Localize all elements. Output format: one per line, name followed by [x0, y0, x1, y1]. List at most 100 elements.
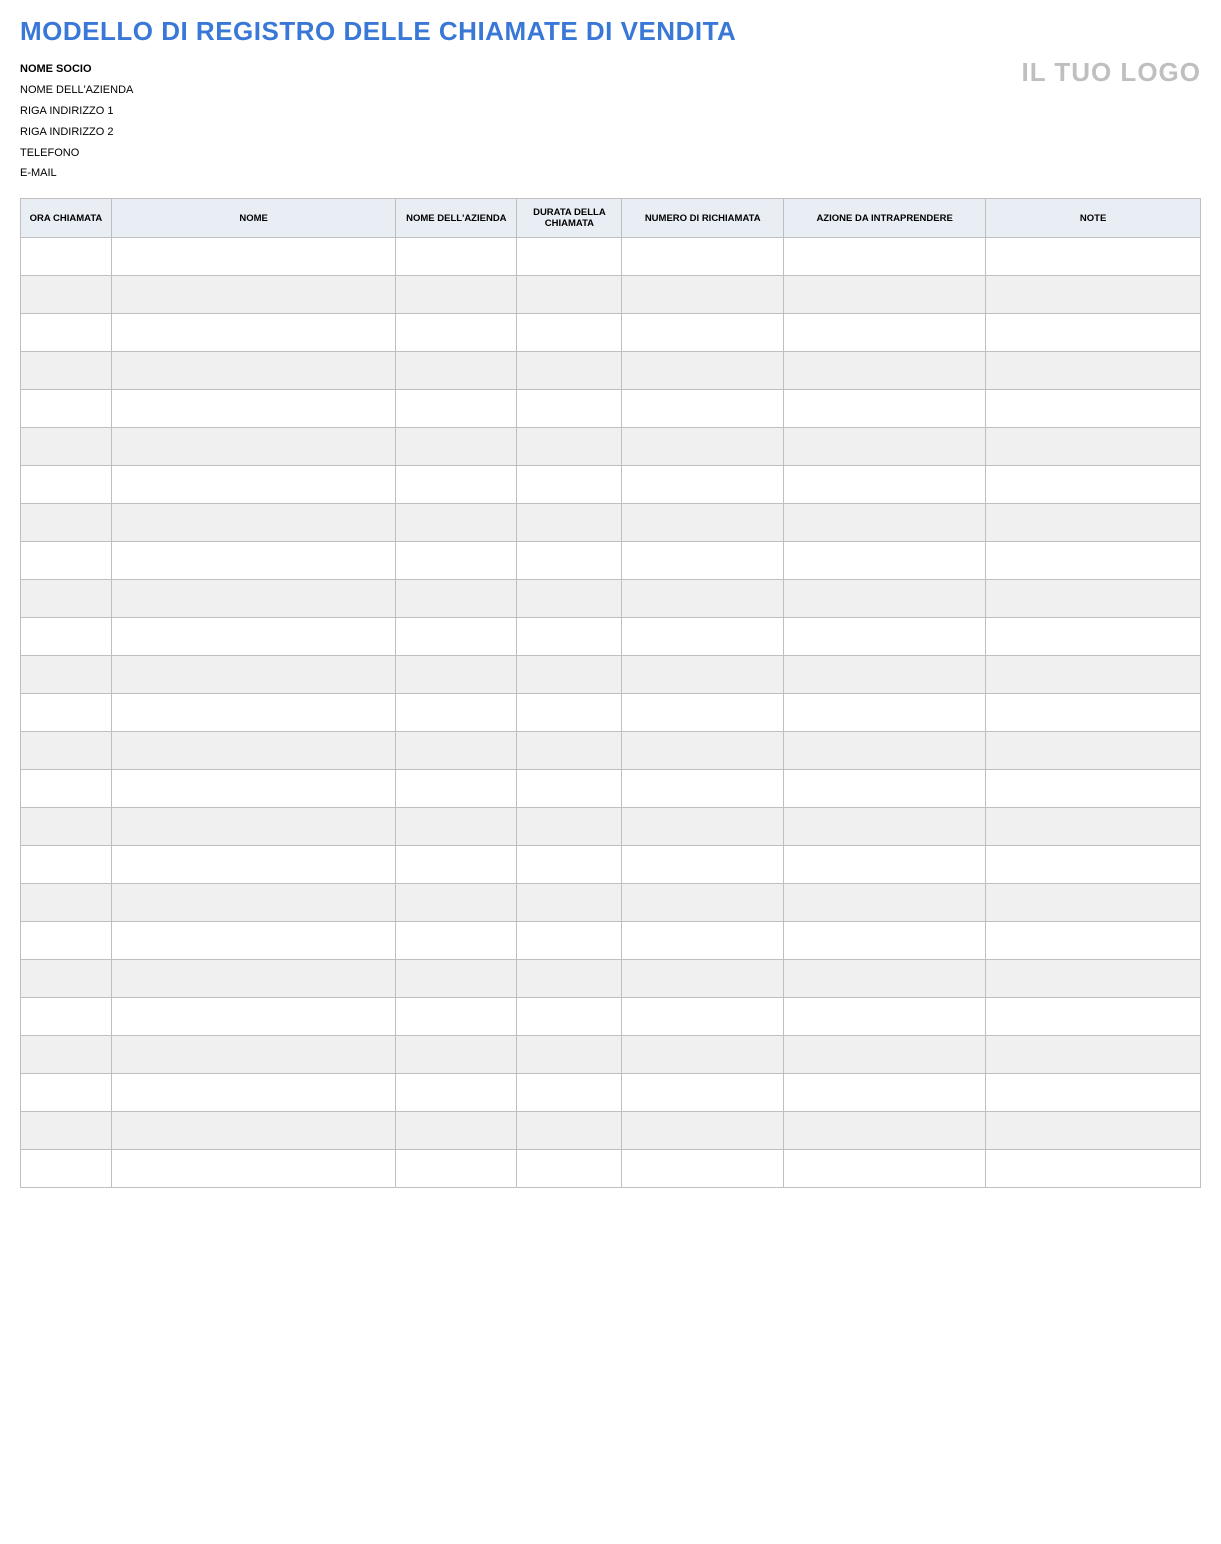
table-cell[interactable] [517, 352, 622, 390]
table-cell[interactable] [622, 276, 784, 314]
table-cell[interactable] [622, 884, 784, 922]
table-cell[interactable] [986, 884, 1201, 922]
table-cell[interactable] [111, 428, 395, 466]
table-cell[interactable] [784, 314, 986, 352]
table-cell[interactable] [784, 960, 986, 998]
table-cell[interactable] [517, 276, 622, 314]
table-cell[interactable] [396, 884, 517, 922]
table-cell[interactable] [396, 694, 517, 732]
table-cell[interactable] [784, 390, 986, 428]
table-cell[interactable] [784, 428, 986, 466]
table-cell[interactable] [986, 580, 1201, 618]
table-cell[interactable] [517, 428, 622, 466]
table-cell[interactable] [986, 846, 1201, 884]
table-cell[interactable] [21, 998, 112, 1036]
table-cell[interactable] [784, 656, 986, 694]
table-cell[interactable] [396, 960, 517, 998]
table-cell[interactable] [111, 770, 395, 808]
table-cell[interactable] [986, 694, 1201, 732]
table-cell[interactable] [21, 656, 112, 694]
table-cell[interactable] [517, 694, 622, 732]
table-cell[interactable] [396, 1074, 517, 1112]
table-cell[interactable] [396, 352, 517, 390]
table-cell[interactable] [396, 922, 517, 960]
table-cell[interactable] [517, 390, 622, 428]
table-cell[interactable] [21, 732, 112, 770]
table-cell[interactable] [517, 732, 622, 770]
table-cell[interactable] [21, 884, 112, 922]
table-cell[interactable] [986, 542, 1201, 580]
table-cell[interactable] [986, 352, 1201, 390]
table-cell[interactable] [622, 1036, 784, 1074]
table-cell[interactable] [622, 238, 784, 276]
table-cell[interactable] [21, 1074, 112, 1112]
table-cell[interactable] [396, 238, 517, 276]
table-cell[interactable] [622, 352, 784, 390]
table-cell[interactable] [986, 314, 1201, 352]
table-cell[interactable] [111, 276, 395, 314]
table-cell[interactable] [517, 542, 622, 580]
table-cell[interactable] [784, 770, 986, 808]
table-cell[interactable] [517, 314, 622, 352]
table-cell[interactable] [396, 542, 517, 580]
table-cell[interactable] [396, 1112, 517, 1150]
table-cell[interactable] [986, 656, 1201, 694]
table-cell[interactable] [396, 808, 517, 846]
table-cell[interactable] [622, 846, 784, 884]
table-cell[interactable] [111, 732, 395, 770]
table-cell[interactable] [21, 1150, 112, 1188]
table-cell[interactable] [784, 694, 986, 732]
table-cell[interactable] [396, 732, 517, 770]
table-cell[interactable] [111, 466, 395, 504]
table-cell[interactable] [111, 504, 395, 542]
table-cell[interactable] [784, 276, 986, 314]
table-cell[interactable] [517, 998, 622, 1036]
table-cell[interactable] [622, 390, 784, 428]
table-cell[interactable] [784, 580, 986, 618]
table-cell[interactable] [784, 1036, 986, 1074]
table-cell[interactable] [986, 504, 1201, 542]
table-cell[interactable] [622, 428, 784, 466]
table-cell[interactable] [784, 504, 986, 542]
table-cell[interactable] [111, 960, 395, 998]
table-cell[interactable] [986, 618, 1201, 656]
table-cell[interactable] [396, 466, 517, 504]
table-cell[interactable] [622, 1112, 784, 1150]
table-cell[interactable] [111, 656, 395, 694]
table-cell[interactable] [517, 1150, 622, 1188]
table-cell[interactable] [21, 390, 112, 428]
table-cell[interactable] [517, 884, 622, 922]
table-cell[interactable] [622, 580, 784, 618]
table-cell[interactable] [111, 238, 395, 276]
table-cell[interactable] [111, 542, 395, 580]
table-cell[interactable] [111, 884, 395, 922]
table-cell[interactable] [784, 466, 986, 504]
table-cell[interactable] [622, 732, 784, 770]
table-cell[interactable] [784, 1074, 986, 1112]
table-cell[interactable] [622, 1150, 784, 1188]
table-cell[interactable] [21, 276, 112, 314]
table-cell[interactable] [622, 694, 784, 732]
table-cell[interactable] [517, 618, 622, 656]
table-cell[interactable] [784, 732, 986, 770]
table-cell[interactable] [111, 352, 395, 390]
table-cell[interactable] [784, 238, 986, 276]
table-cell[interactable] [21, 352, 112, 390]
table-cell[interactable] [784, 618, 986, 656]
table-cell[interactable] [784, 1150, 986, 1188]
table-cell[interactable] [622, 808, 784, 846]
table-cell[interactable] [396, 428, 517, 466]
table-cell[interactable] [986, 1036, 1201, 1074]
table-cell[interactable] [21, 504, 112, 542]
table-cell[interactable] [517, 656, 622, 694]
table-cell[interactable] [21, 694, 112, 732]
table-cell[interactable] [111, 846, 395, 884]
table-cell[interactable] [396, 1150, 517, 1188]
table-cell[interactable] [21, 542, 112, 580]
table-cell[interactable] [784, 1112, 986, 1150]
table-cell[interactable] [784, 846, 986, 884]
table-cell[interactable] [986, 808, 1201, 846]
table-cell[interactable] [986, 998, 1201, 1036]
table-cell[interactable] [396, 656, 517, 694]
table-cell[interactable] [396, 390, 517, 428]
